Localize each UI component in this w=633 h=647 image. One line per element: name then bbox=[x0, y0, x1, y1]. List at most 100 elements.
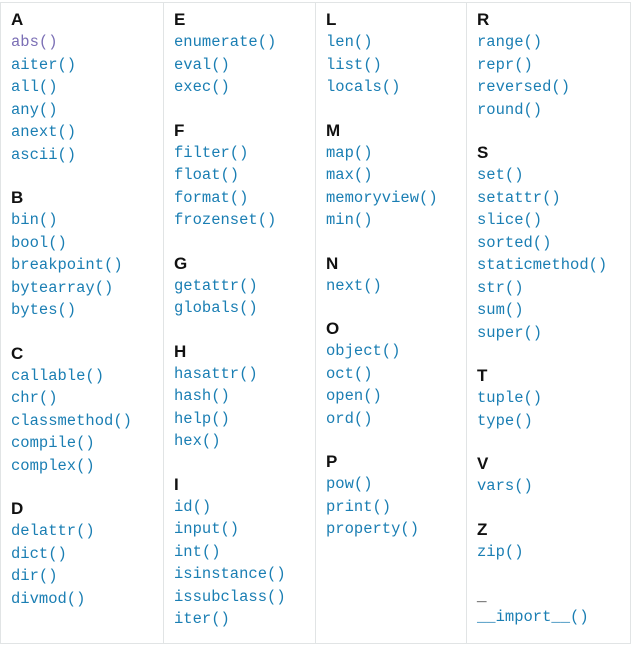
letter-group: Eenumerate() eval() exec() bbox=[174, 9, 315, 99]
table-column: Eenumerate() eval() exec() Ffilter() float()… bbox=[164, 3, 316, 643]
function-link[interactable]: round() bbox=[477, 99, 630, 122]
letter-group: Ttuple() type() bbox=[477, 365, 630, 432]
function-link[interactable]: object() bbox=[326, 340, 466, 363]
function-link[interactable]: sum() bbox=[477, 299, 630, 322]
function-link[interactable]: abs() bbox=[11, 31, 163, 54]
letter-group: Zzip() bbox=[477, 519, 630, 564]
function-link[interactable]: __import__() bbox=[477, 606, 630, 629]
function-link[interactable]: compile() bbox=[11, 432, 163, 455]
function-link[interactable]: isinstance() bbox=[174, 563, 315, 586]
function-link[interactable]: ascii() bbox=[11, 144, 163, 167]
function-link[interactable]: oct() bbox=[326, 363, 466, 386]
function-link[interactable]: locals() bbox=[326, 76, 466, 99]
table-column: Rrange() repr() reversed() round() Sset() set… bbox=[467, 3, 630, 643]
letter-heading: L bbox=[326, 10, 337, 29]
function-link[interactable]: open() bbox=[326, 385, 466, 408]
letter-group: Ggetattr() globals() bbox=[174, 253, 315, 320]
function-link[interactable]: property() bbox=[326, 518, 466, 541]
function-link[interactable]: delattr() bbox=[11, 520, 163, 543]
table-column: Aabs() aiter() all() any() anext() ascii() Bbi… bbox=[1, 3, 164, 643]
function-link[interactable]: exec() bbox=[174, 76, 315, 99]
function-link[interactable]: help() bbox=[174, 408, 315, 431]
function-link[interactable]: classmethod() bbox=[11, 410, 163, 433]
function-link[interactable]: bool() bbox=[11, 232, 163, 255]
function-link[interactable]: print() bbox=[326, 496, 466, 519]
function-link[interactable]: set() bbox=[477, 164, 630, 187]
function-link[interactable]: hasattr() bbox=[174, 363, 315, 386]
function-link[interactable]: complex() bbox=[11, 455, 163, 478]
function-link[interactable]: zip() bbox=[477, 541, 630, 564]
function-link[interactable]: filter() bbox=[174, 142, 315, 165]
function-link[interactable]: type() bbox=[477, 410, 630, 433]
function-link[interactable]: iter() bbox=[174, 608, 315, 631]
function-link[interactable]: bytearray() bbox=[11, 277, 163, 300]
function-link[interactable]: vars() bbox=[477, 475, 630, 498]
function-link[interactable]: float() bbox=[174, 164, 315, 187]
function-link[interactable]: dict() bbox=[11, 543, 163, 566]
function-link[interactable]: enumerate() bbox=[174, 31, 315, 54]
function-link[interactable]: all() bbox=[11, 76, 163, 99]
letter-heading: G bbox=[174, 253, 188, 273]
function-link[interactable]: super() bbox=[477, 322, 630, 345]
function-link[interactable]: hash() bbox=[174, 385, 315, 408]
letter-heading: V bbox=[477, 454, 489, 473]
function-link[interactable]: any() bbox=[11, 99, 163, 122]
function-link[interactable]: breakpoint() bbox=[11, 254, 163, 277]
letter-group: Ccallable() chr() classmethod() compile() co… bbox=[11, 343, 163, 478]
function-link[interactable]: reversed() bbox=[477, 76, 630, 99]
function-link[interactable]: divmod() bbox=[11, 588, 163, 611]
function-link[interactable]: getattr() bbox=[174, 275, 315, 298]
function-link[interactable]: eval() bbox=[174, 54, 315, 77]
function-link[interactable]: chr() bbox=[11, 387, 163, 410]
function-link[interactable]: tuple() bbox=[477, 387, 630, 410]
function-link[interactable]: globals() bbox=[174, 297, 315, 320]
function-link[interactable]: max() bbox=[326, 164, 466, 187]
function-link[interactable]: anext() bbox=[11, 121, 163, 144]
function-link[interactable]: min() bbox=[326, 209, 466, 232]
letter-group: _ __import__() bbox=[477, 584, 630, 629]
function-link[interactable]: list() bbox=[326, 54, 466, 77]
function-link[interactable]: next() bbox=[326, 275, 466, 298]
letter-group: Aabs() aiter() all() any() anext() ascii() bbox=[11, 9, 163, 166]
function-link[interactable]: pow() bbox=[326, 473, 466, 496]
function-link[interactable]: len() bbox=[326, 31, 466, 54]
letter-heading: M bbox=[326, 120, 341, 140]
function-link[interactable]: issubclass() bbox=[174, 586, 315, 609]
letter-group: Hhasattr() hash() help() hex() bbox=[174, 341, 315, 453]
function-link[interactable]: dir() bbox=[11, 565, 163, 588]
function-link[interactable]: sorted() bbox=[477, 232, 630, 255]
function-link[interactable]: callable() bbox=[11, 365, 163, 388]
function-link[interactable]: aiter() bbox=[11, 54, 163, 77]
table-column: Llen() list() locals() Mmap() max() memoryvie… bbox=[316, 3, 467, 643]
function-link[interactable]: staticmethod() bbox=[477, 254, 630, 277]
function-link[interactable]: map() bbox=[326, 142, 466, 165]
builtin-functions-table: Aabs() aiter() all() any() anext() ascii() Bbi… bbox=[0, 2, 631, 644]
letter-heading: Z bbox=[477, 519, 488, 539]
letter-group: Bbin() bool() breakpoint() bytearray() bytes… bbox=[11, 187, 163, 322]
function-link[interactable]: id() bbox=[174, 496, 315, 519]
function-link[interactable]: repr() bbox=[477, 54, 630, 77]
letter-group: Sset() setattr() slice() sorted() staticmeth… bbox=[477, 142, 630, 344]
letter-heading: I bbox=[174, 474, 179, 494]
function-link[interactable]: str() bbox=[477, 277, 630, 300]
letter-group: Llen() list() locals() bbox=[326, 9, 466, 99]
function-link[interactable]: hex() bbox=[174, 430, 315, 453]
function-link[interactable]: memoryview() bbox=[326, 187, 466, 210]
letter-group: Oobject() oct() open() ord() bbox=[326, 318, 466, 430]
letter-heading: T bbox=[477, 366, 488, 385]
letter-heading: F bbox=[174, 120, 185, 140]
function-link[interactable]: frozenset() bbox=[174, 209, 315, 232]
function-link[interactable]: range() bbox=[477, 31, 630, 54]
letter-group: Ddelattr() dict() dir() divmod() bbox=[11, 498, 163, 610]
function-link[interactable]: setattr() bbox=[477, 187, 630, 210]
letter-heading: H bbox=[174, 341, 187, 361]
letter-heading: O bbox=[326, 319, 340, 338]
function-link[interactable]: int() bbox=[174, 541, 315, 564]
function-link[interactable]: bytes() bbox=[11, 299, 163, 322]
letter-group: Ffilter() float() format() frozenset() bbox=[174, 120, 315, 232]
function-link[interactable]: bin() bbox=[11, 209, 163, 232]
function-link[interactable]: input() bbox=[174, 518, 315, 541]
function-link[interactable]: format() bbox=[174, 187, 315, 210]
function-link[interactable]: ord() bbox=[326, 408, 466, 431]
function-link[interactable]: slice() bbox=[477, 209, 630, 232]
